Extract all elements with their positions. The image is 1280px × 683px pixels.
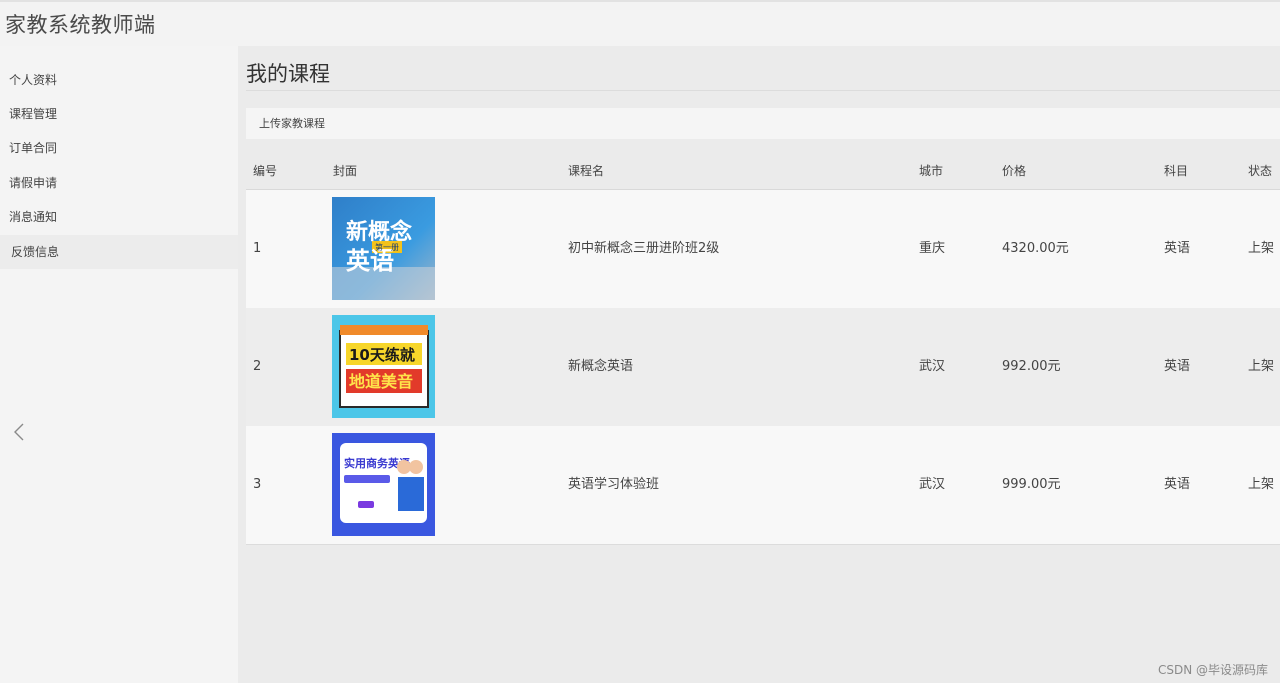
upload-course-button[interactable]: 上传家教课程 [259, 108, 325, 139]
course-cover-image[interactable]: 新概念 英语 第一册 [332, 197, 435, 300]
table-header: 编号 封面 课程名 城市 价格 科目 状态 [246, 154, 1280, 190]
sidebar-item-messages[interactable]: 消息通知 [0, 200, 238, 234]
table-row[interactable]: 3 实用商务英语 英语学习体验班 武汉 999.00元 英语 上架 [246, 426, 1280, 545]
cell-id: 1 [253, 241, 262, 256]
cell-id: 3 [253, 477, 262, 492]
cell-status: 上架 [1248, 359, 1275, 374]
cell-price: 992.00元 [1002, 359, 1061, 374]
top-border [0, 0, 1280, 2]
cover-text: 第一册 [375, 242, 399, 252]
cell-subject: 英语 [1164, 359, 1191, 374]
sidebar-item-profile[interactable]: 个人资料 [0, 63, 238, 97]
column-header-status: 状态 [1248, 164, 1273, 178]
cell-price: 4320.00元 [1002, 241, 1069, 256]
app-title: 家教系统教师端 [5, 13, 156, 37]
cell-course-name: 新概念英语 [568, 359, 634, 374]
column-header-subject: 科目 [1164, 164, 1189, 178]
cell-subject: 英语 [1164, 241, 1191, 256]
cell-city: 武汉 [919, 359, 946, 374]
course-cover-image[interactable]: 实用商务英语 [332, 433, 435, 536]
column-header-id: 编号 [253, 164, 278, 178]
cover-text: 10天练就 [349, 346, 415, 364]
cell-status: 上架 [1248, 241, 1275, 256]
divider [246, 90, 1280, 91]
cell-status: 上架 [1248, 477, 1275, 492]
column-header-name: 课程名 [568, 164, 605, 178]
chevron-left-icon[interactable] [10, 420, 28, 444]
sidebar: 个人资料 课程管理 订单合同 请假申请 消息通知 反馈信息 [0, 46, 238, 683]
cell-price: 999.00元 [1002, 477, 1061, 492]
toolbar: 上传家教课程 [246, 108, 1280, 139]
cell-course-name: 英语学习体验班 [568, 477, 660, 492]
course-cover-image[interactable]: 10天练就 地道美音 [332, 315, 435, 418]
cover-text: 新概念 [346, 219, 412, 245]
page-title: 我的课程 [246, 62, 330, 86]
sidebar-item-leave-request[interactable]: 请假申请 [0, 166, 238, 200]
cell-id: 2 [253, 359, 262, 374]
cell-city: 武汉 [919, 477, 946, 492]
column-header-cover: 封面 [333, 164, 358, 178]
main-content: 我的课程 上传家教课程 编号 封面 课程名 城市 价格 科目 状态 1 新概念 [238, 46, 1280, 683]
column-header-city: 城市 [919, 164, 944, 178]
table-row[interactable]: 2 10天练就 地道美音 新概念英语 武汉 992.00元 英语 上架 [246, 308, 1280, 427]
sidebar-item-orders[interactable]: 订单合同 [0, 131, 238, 165]
watermark: CSDN @毕设源码库 [1157, 663, 1268, 677]
sidebar-item-course-management[interactable]: 课程管理 [0, 97, 238, 131]
sidebar-item-feedback[interactable]: 反馈信息 [0, 235, 238, 269]
column-header-price: 价格 [1002, 164, 1027, 178]
cell-course-name: 初中新概念三册进阶班2级 [568, 241, 720, 256]
cover-text: 地道美音 [349, 372, 413, 391]
cell-subject: 英语 [1164, 477, 1191, 492]
table-row[interactable]: 1 新概念 英语 第一册 初中新概念三册进阶班2级 重庆 4320.00元 英语… [246, 190, 1280, 309]
cell-city: 重庆 [919, 241, 946, 256]
